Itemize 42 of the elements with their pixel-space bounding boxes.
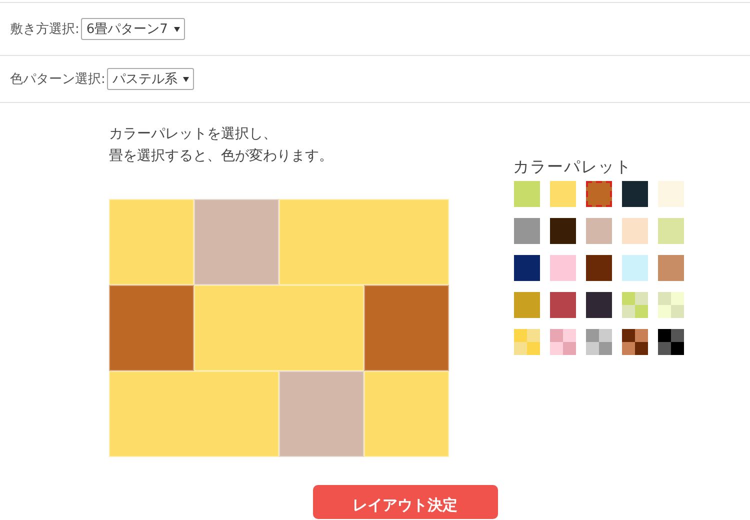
- color-swatch[interactable]: [622, 292, 648, 318]
- color-swatch[interactable]: [586, 292, 612, 318]
- caret-icon: [174, 26, 180, 32]
- color-swatch[interactable]: [622, 181, 648, 207]
- tatami-mat[interactable]: [109, 285, 194, 371]
- color-swatch[interactable]: [550, 329, 576, 355]
- color-swatch[interactable]: [622, 255, 648, 281]
- color-swatch[interactable]: [658, 292, 684, 318]
- color-swatch[interactable]: [586, 181, 612, 207]
- color-swatch[interactable]: [514, 329, 540, 355]
- select-label: 色パターン選択:: [10, 71, 106, 88]
- tatami-mat[interactable]: [194, 199, 279, 285]
- instruction-text: カラーパレットを選択し、 畳を選択すると、色が変わります。: [109, 125, 334, 166]
- tatami-mat[interactable]: [364, 285, 449, 371]
- color-swatch[interactable]: [550, 218, 576, 244]
- tatami-mat[interactable]: [109, 371, 279, 457]
- color-swatch[interactable]: [550, 181, 576, 207]
- tatami-mat[interactable]: [279, 371, 364, 457]
- palette-title: カラーパレット: [513, 157, 633, 178]
- color-swatch[interactable]: [586, 329, 612, 355]
- tatami-mat[interactable]: [194, 285, 364, 371]
- color-swatch[interactable]: [658, 218, 684, 244]
- tatami-mat[interactable]: [109, 199, 194, 285]
- color-swatch[interactable]: [658, 255, 684, 281]
- color-swatch[interactable]: [622, 218, 648, 244]
- color-swatch[interactable]: [514, 255, 540, 281]
- color-swatch[interactable]: [514, 181, 540, 207]
- color-swatch[interactable]: [658, 329, 684, 355]
- dropdown-select[interactable]: パステル系: [107, 68, 194, 90]
- color-swatch[interactable]: [550, 292, 576, 318]
- color-swatch[interactable]: [550, 255, 576, 281]
- tatami-mat[interactable]: [364, 371, 449, 457]
- caret-icon: [183, 76, 190, 82]
- tatami-mat[interactable]: [279, 199, 449, 285]
- color-swatch[interactable]: [622, 329, 648, 355]
- color-swatch[interactable]: [586, 218, 612, 244]
- select-label: 敷き方選択:: [10, 21, 80, 38]
- color-swatch[interactable]: [514, 218, 540, 244]
- color-swatch[interactable]: [658, 181, 684, 207]
- color-swatch[interactable]: [586, 255, 612, 281]
- color-swatch[interactable]: [514, 292, 540, 318]
- dropdown-select[interactable]: 6畳パターン7: [81, 18, 185, 40]
